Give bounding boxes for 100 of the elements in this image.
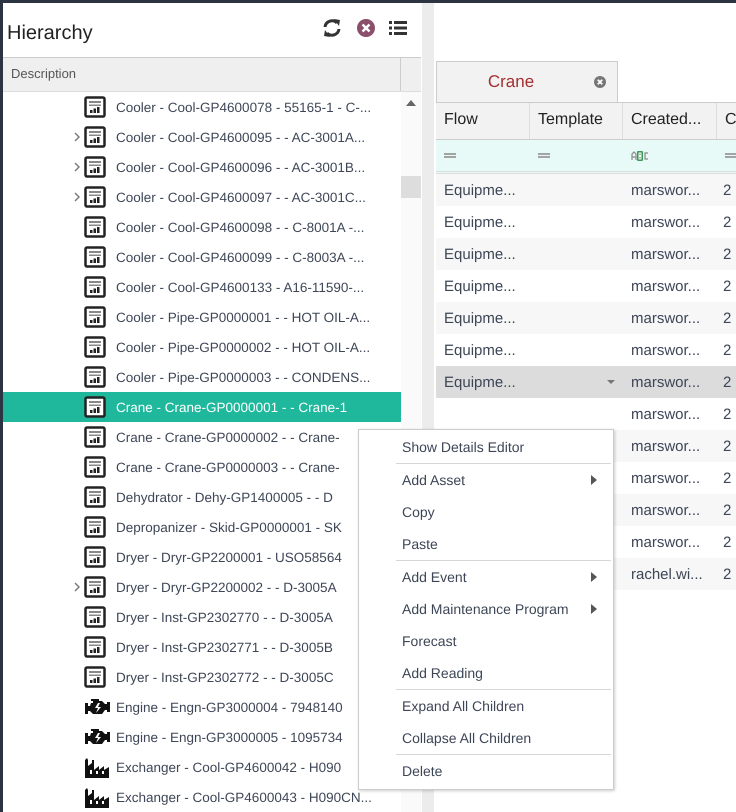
meter-icon xyxy=(84,396,106,418)
tree-item-label: Engine - Engn-GP3000004 - 7948140 xyxy=(116,700,343,714)
table-cell: marswor... xyxy=(631,182,700,198)
table-cell: Equipme... xyxy=(444,342,516,358)
tree-item[interactable]: Cooler - Cool-GP4600099 - - C-8003A -... xyxy=(3,242,401,272)
meter-icon xyxy=(84,216,106,238)
table-row[interactable]: Equipme... marswor... 2 xyxy=(436,366,736,398)
table-cell: 2 xyxy=(723,438,732,454)
tree-item-label: Cooler - Cool-GP4600099 - - C-8003A -... xyxy=(116,250,364,264)
tree-item[interactable]: Cooler - Cool-GP4600095 - - AC-3001A... xyxy=(3,122,401,152)
chevron-icon[interactable] xyxy=(74,132,80,142)
table-cell: Equipme... xyxy=(444,374,516,390)
table-cell: Equipme... xyxy=(444,310,516,326)
table-row[interactable]: Equipme... marswor... 2 xyxy=(436,174,736,206)
refresh-icon[interactable] xyxy=(321,18,343,38)
meter-icon xyxy=(84,126,106,148)
chevron-icon[interactable] xyxy=(74,162,80,172)
table-cell: Equipme... xyxy=(444,246,516,262)
table-cell: 2 xyxy=(723,342,732,358)
dropdown-caret-icon[interactable] xyxy=(607,380,615,384)
chevron-icon[interactable] xyxy=(74,192,80,202)
tree-item-label: Cooler - Cool-GP4600096 - - AC-3001B... xyxy=(116,160,366,174)
engine-icon xyxy=(84,727,110,747)
table-cell: Equipme... xyxy=(444,214,516,230)
table-row[interactable]: Equipme... marswor... 2 xyxy=(436,270,736,302)
equals-filter-icon[interactable] xyxy=(538,153,550,158)
tree-item-label: Crane - Crane-GP0000003 - - Crane- xyxy=(116,460,340,474)
table-cell: marswor... xyxy=(631,438,700,454)
table-cell: Equipme... xyxy=(444,182,516,198)
meter-icon xyxy=(84,246,106,268)
chevron-icon[interactable] xyxy=(74,582,80,592)
table-cell: marswor... xyxy=(631,342,700,358)
meter-icon xyxy=(84,576,106,598)
table-cell: 2 xyxy=(723,278,732,294)
table-cell: Equipme... xyxy=(444,278,516,294)
tree-item-label: Dryer - Dryr-GP2200001 - USO58564 xyxy=(116,550,342,564)
meter-icon xyxy=(84,486,106,508)
tree-item-label: Cooler - Cool-GP4600133 - A16-11590-... xyxy=(116,280,364,294)
tree-item-label: Cooler - Cool-GP4600097 - - AC-3001C... xyxy=(116,190,366,204)
tree-item-label: Dryer - Inst-GP2302772 - - D-3005C xyxy=(116,670,334,684)
table-cell: marswor... xyxy=(631,406,700,422)
meter-icon xyxy=(84,666,106,688)
meter-icon xyxy=(84,456,106,478)
table-cell: 2 xyxy=(723,310,732,326)
tree-item[interactable]: Cooler - Pipe-GP0000002 - - HOT OIL-A... xyxy=(3,332,401,362)
tree-item-label: Cooler - Cool-GP4600078 - 55165-1 - C-... xyxy=(116,100,372,114)
table-row[interactable]: Equipme... marswor... 2 xyxy=(436,206,736,238)
tree-item-label: Exchanger - Cool-GP4600043 - H090CN... xyxy=(116,790,372,804)
table-cell: marswor... xyxy=(631,534,700,550)
close-icon[interactable] xyxy=(594,76,606,88)
tree-item-label: Cooler - Pipe-GP0000003 - - CONDENS... xyxy=(116,370,370,384)
meter-icon xyxy=(84,546,106,568)
tree-item[interactable]: Cooler - Cool-GP4600096 - - AC-3001B... xyxy=(3,152,401,182)
table-cell: rachel.wi... xyxy=(631,566,703,582)
tree-item[interactable]: Cooler - Pipe-GP0000003 - - CONDENS... xyxy=(3,362,401,392)
submenu-arrow-icon xyxy=(591,604,597,614)
table-cell: marswor... xyxy=(631,502,700,518)
meter-icon xyxy=(84,186,106,208)
text-filter-icon[interactable] xyxy=(631,150,649,160)
meter-icon xyxy=(84,516,106,538)
tree-item-label: Engine - Engn-GP3000005 - 1095734 xyxy=(116,730,343,744)
factory-icon xyxy=(84,786,110,808)
tree-item[interactable]: Cooler - Pipe-GP0000001 - - HOT OIL-A... xyxy=(3,302,401,332)
table-cell: 2 xyxy=(723,214,732,230)
table-cell: marswor... xyxy=(631,246,700,262)
table-cell: marswor... xyxy=(631,374,700,390)
meter-icon xyxy=(84,276,106,298)
table-row[interactable]: Equipme... marswor... 2 xyxy=(436,238,736,270)
equals-filter-icon[interactable] xyxy=(444,153,456,158)
meter-icon xyxy=(84,156,106,178)
meter-icon xyxy=(84,306,106,328)
table-cell: marswor... xyxy=(631,214,700,230)
tree-item-label: Dryer - Inst-GP2302771 - - D-3005B xyxy=(116,640,333,654)
meter-icon xyxy=(84,366,106,388)
tab[interactable]: Crane xyxy=(436,61,618,102)
tree-item[interactable]: Cooler - Cool-GP4600133 - A16-11590-... xyxy=(3,272,401,302)
tree-item[interactable]: Cooler - Cool-GP4600097 - - AC-3001C... xyxy=(3,182,401,212)
submenu-arrow-icon xyxy=(591,572,597,582)
list-icon[interactable] xyxy=(389,20,407,36)
scroll-up-icon[interactable] xyxy=(406,100,416,106)
table-cell: 2 xyxy=(723,246,732,262)
tree-item-label: Dehydrator - Dehy-GP1400005 - - D xyxy=(116,490,333,504)
scrollbar-thumb[interactable] xyxy=(401,176,421,198)
meter-icon xyxy=(84,426,106,448)
table-row[interactable]: Equipme... marswor... 2 xyxy=(436,302,736,334)
tree-item[interactable]: Cooler - Cool-GP4600078 - 55165-1 - C-... xyxy=(3,92,401,122)
tree-item-label: Crane - Crane-GP0000001 - - Crane-1 xyxy=(116,400,348,414)
table-cell: marswor... xyxy=(631,278,700,294)
tree-item-label: Depropanizer - Skid-GP0000001 - SK xyxy=(116,520,342,534)
tree-item-label: Cooler - Cool-GP4600098 - - C-8001A -... xyxy=(116,220,364,234)
table-row[interactable]: marswor... 2 xyxy=(436,398,736,430)
factory-icon xyxy=(84,756,110,778)
table-row[interactable]: Equipme... marswor... 2 xyxy=(436,334,736,366)
tree-item-label: Cooler - Pipe-GP0000002 - - HOT OIL-A... xyxy=(116,340,370,354)
tree-item[interactable]: Cooler - Cool-GP4600098 - - C-8001A -... xyxy=(3,212,401,242)
table-cell: 2 xyxy=(723,534,732,550)
equals-filter-icon[interactable] xyxy=(725,153,736,158)
table-cell: 2 xyxy=(723,566,732,582)
tree-item-label: Cooler - Pipe-GP0000001 - - HOT OIL-A... xyxy=(116,310,370,324)
close-icon[interactable] xyxy=(357,19,375,37)
